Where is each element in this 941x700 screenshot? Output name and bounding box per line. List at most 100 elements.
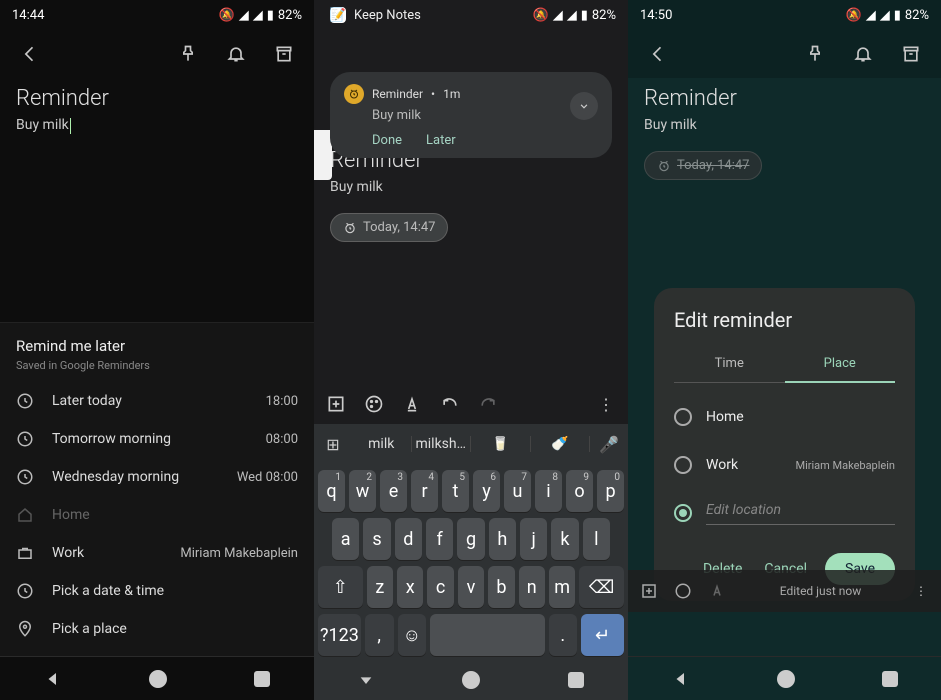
option-pick-date-time[interactable]: Pick a date & time	[16, 572, 298, 610]
pin-icon[interactable]	[170, 36, 206, 72]
key-s[interactable]: s	[363, 518, 390, 560]
key-r[interactable]: r4	[411, 470, 438, 512]
mic-icon[interactable]: 🎤	[590, 435, 628, 454]
option-pick-place[interactable]: Pick a place	[16, 610, 298, 648]
undo-icon[interactable]	[440, 394, 460, 414]
reminder-bell-icon[interactable]	[845, 36, 881, 72]
back-button[interactable]	[12, 36, 48, 72]
key-x[interactable]: x	[397, 566, 423, 608]
nav-recents-icon[interactable]	[254, 671, 270, 687]
expand-chevron-icon[interactable]	[570, 92, 598, 120]
notif-later-button[interactable]: Later	[426, 133, 456, 148]
nav-hide-kb-icon[interactable]	[358, 672, 374, 688]
key-m[interactable]: m	[549, 566, 575, 608]
suggestion-1[interactable]: milk	[352, 436, 412, 452]
key-q[interactable]: q1	[318, 470, 345, 512]
note-title-input[interactable]: Reminder	[0, 78, 314, 115]
key-l[interactable]: l	[583, 518, 610, 560]
palette-icon[interactable]	[364, 394, 384, 414]
reminder-chip-text: Today, 14:47	[677, 158, 749, 173]
overflow-menu-icon[interactable]: ⋮	[598, 395, 616, 414]
key-c[interactable]: c	[427, 566, 453, 608]
key-w[interactable]: w2	[349, 470, 376, 512]
key-k[interactable]: k	[551, 518, 578, 560]
overflow-menu-icon[interactable]: ⋮	[915, 584, 929, 598]
reminder-chip[interactable]: Today, 14:47	[644, 151, 762, 180]
notif-done-button[interactable]: Done	[372, 133, 402, 148]
reminder-chip-text: Today, 14:47	[363, 220, 435, 235]
reminder-chip[interactable]: Today, 14:47	[330, 213, 448, 242]
redo-icon[interactable]	[478, 394, 498, 414]
option-home: Home	[16, 496, 298, 534]
tab-time[interactable]: Time	[674, 346, 785, 383]
option-label: Home	[52, 507, 298, 523]
comma-key[interactable]: ,	[365, 614, 394, 656]
nav-back-icon[interactable]	[44, 670, 62, 688]
back-button[interactable]	[640, 36, 676, 72]
emoji-key[interactable]: ☺	[398, 614, 427, 656]
app-name: Keep Notes	[354, 8, 421, 23]
radio-work[interactable]: Work Miriam Makebaplein	[674, 441, 895, 489]
radio-home[interactable]: Home	[674, 393, 895, 441]
reminder-bell-icon[interactable]	[218, 36, 254, 72]
nav-home-icon[interactable]	[462, 671, 480, 689]
key-n[interactable]: n	[519, 566, 545, 608]
toolbar	[628, 30, 941, 78]
key-i[interactable]: i8	[535, 470, 562, 512]
radio-edit-location[interactable]: Edit location	[674, 489, 895, 537]
suggestion-emoji-2[interactable]: 🍼	[531, 436, 591, 452]
option-tomorrow-morning[interactable]: Tomorrow morning 08:00	[16, 420, 298, 458]
nav-home-icon[interactable]	[777, 670, 795, 688]
key-p[interactable]: p0	[597, 470, 624, 512]
pin-icon[interactable]	[797, 36, 833, 72]
status-bar: 14:50 🔕 ◢ ◢ ▮ 82%	[628, 0, 941, 30]
key-e[interactable]: e3	[380, 470, 407, 512]
option-work[interactable]: Work Miriam Makebaplein	[16, 534, 298, 572]
key-a[interactable]: a	[332, 518, 359, 560]
key-t[interactable]: t5	[442, 470, 469, 512]
archive-icon[interactable]	[893, 36, 929, 72]
tab-place[interactable]: Place	[785, 346, 896, 383]
note-body-input[interactable]: Buy milk	[314, 177, 628, 207]
key-j[interactable]: j	[520, 518, 547, 560]
key-h[interactable]: h	[489, 518, 516, 560]
radio-label: Home	[706, 409, 744, 425]
nav-recents-icon[interactable]	[882, 671, 898, 687]
add-box-icon[interactable]	[640, 582, 658, 600]
key-g[interactable]: g	[457, 518, 484, 560]
notif-title: Reminder	[372, 87, 423, 101]
nav-back-icon[interactable]	[672, 670, 690, 688]
key-v[interactable]: v	[458, 566, 484, 608]
headsup-notification[interactable]: Reminder • 1m Buy milk Done Later	[330, 72, 612, 158]
key-f[interactable]: f	[426, 518, 453, 560]
home-icon	[16, 506, 34, 524]
keyboard-menu-icon[interactable]: ⊞	[314, 435, 352, 454]
key-u[interactable]: u7	[504, 470, 531, 512]
option-label: Later today	[52, 393, 248, 409]
suggestion-emoji-1[interactable]: 🥛	[471, 436, 531, 452]
text-format-icon[interactable]	[708, 582, 726, 600]
option-later-today[interactable]: Later today 18:00	[16, 382, 298, 420]
text-format-icon[interactable]	[402, 394, 422, 414]
dnd-icon: 🔕	[846, 8, 862, 23]
backspace-key[interactable]: ⌫	[579, 566, 624, 608]
archive-icon[interactable]	[266, 36, 302, 72]
key-b[interactable]: b	[488, 566, 514, 608]
key-d[interactable]: d	[395, 518, 422, 560]
edit-location-input[interactable]: Edit location	[706, 502, 895, 525]
nav-recents-icon[interactable]	[568, 672, 584, 688]
note-body-input[interactable]: Buy milk	[0, 115, 314, 145]
add-box-icon[interactable]	[326, 394, 346, 414]
palette-icon[interactable]	[674, 582, 692, 600]
shift-key[interactable]: ⇧	[318, 566, 363, 608]
enter-key[interactable]: ↵	[581, 614, 624, 656]
symbols-key[interactable]: ?123	[318, 614, 361, 656]
key-y[interactable]: y6	[473, 470, 500, 512]
period-key[interactable]: .	[549, 614, 578, 656]
option-wednesday-morning[interactable]: Wednesday morning Wed 08:00	[16, 458, 298, 496]
space-key[interactable]	[430, 614, 544, 656]
suggestion-2[interactable]: milkshake	[412, 436, 472, 452]
key-o[interactable]: o9	[566, 470, 593, 512]
key-z[interactable]: z	[367, 566, 393, 608]
nav-home-icon[interactable]	[149, 670, 167, 688]
